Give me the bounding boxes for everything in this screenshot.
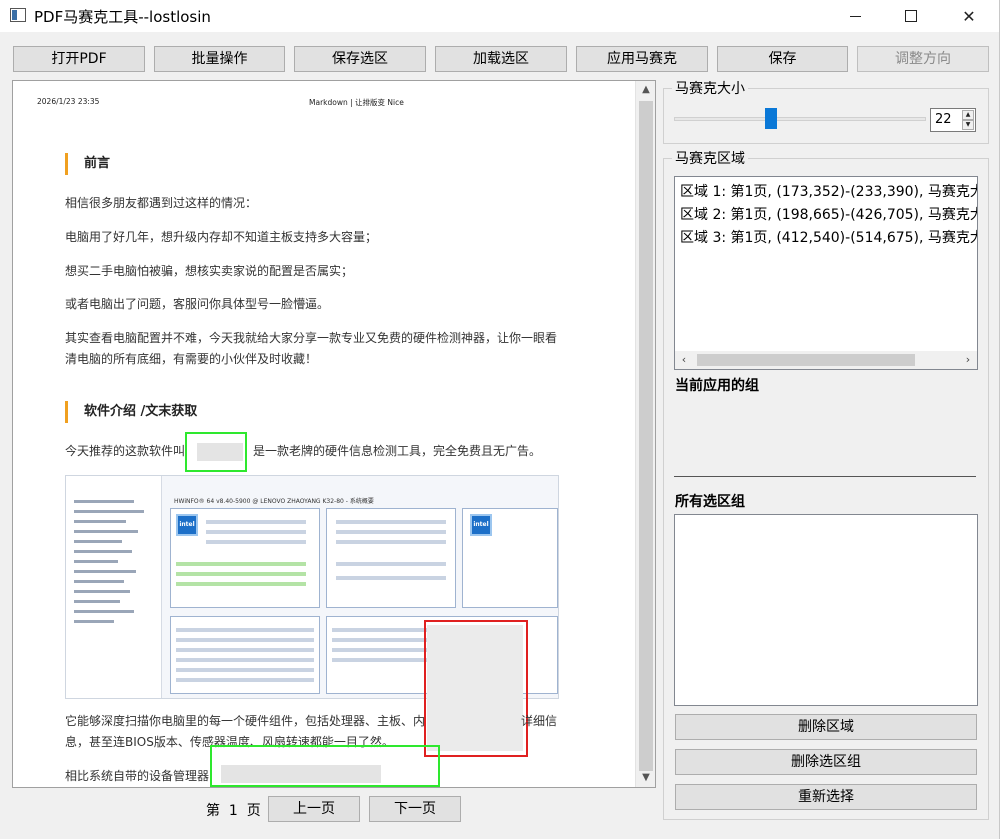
page-header-site: Markdown | 让排版变 Nice xyxy=(309,98,404,107)
mosaic-size-value: 22 xyxy=(935,112,952,127)
screenshot-title: HWiNFO® 64 v8.40-5900 @ LENOVO ZHAOYANG … xyxy=(174,498,374,505)
page-number: 1 xyxy=(228,803,238,819)
paragraph: 想买二手电脑怕被骗，想核实卖家说的配置是否属实； xyxy=(65,264,354,278)
scroll-right-icon[interactable]: › xyxy=(959,351,977,369)
all-groups-label: 所有选区组 xyxy=(675,494,745,510)
pdf-viewer[interactable]: 2026/1/23 23:35 Markdown | 让排版变 Nice 前言 … xyxy=(12,80,656,788)
screenshot-tree xyxy=(66,476,162,698)
list-item[interactable]: 区域 2: 第1页, (198,665)-(426,705), 马赛克大 xyxy=(680,204,977,224)
paragraph: 相比系统自带的设备管理器 xyxy=(65,769,210,783)
divider xyxy=(674,476,976,477)
paragraph: 其实查看电脑配置并不难，今天我就给大家分享一款专业又免费的硬件检测神器，让你一眼… xyxy=(65,331,558,345)
save-selection-button[interactable]: 保存选区 xyxy=(294,46,426,72)
open-pdf-button[interactable]: 打开PDF xyxy=(13,46,145,72)
intel-logo-icon: intel xyxy=(176,514,198,536)
save-button[interactable]: 保存 xyxy=(717,46,848,72)
paragraph: 今天推荐的这款软件叫 xyxy=(65,444,186,458)
current-group-label: 当前应用的组 xyxy=(675,378,759,394)
mosaic-size-slider[interactable] xyxy=(674,117,926,121)
title-bar: PDF马赛克工具--lostlosin ✕ xyxy=(0,0,999,32)
mosaic-size-title: 马赛克大小 xyxy=(672,78,748,98)
heading-preface: 前言 xyxy=(65,153,110,175)
spin-up-icon[interactable]: ▲ xyxy=(962,110,974,120)
app-icon xyxy=(10,8,26,22)
minimize-icon[interactable] xyxy=(832,0,878,32)
viewer-vertical-scrollbar[interactable]: ▲ ▼ xyxy=(635,81,655,787)
heading-software-intro: 软件介绍 /文末获取 xyxy=(65,401,197,423)
scroll-thumb[interactable] xyxy=(639,101,653,771)
page-indicator: 第 1 页 xyxy=(206,803,261,819)
mosaic-size-spinbox[interactable]: 22 ▲ ▼ xyxy=(930,108,976,132)
spin-down-icon[interactable]: ▼ xyxy=(962,120,974,130)
adjust-direction-button: 调整方向 xyxy=(857,46,989,72)
app-window: PDF马赛克工具--lostlosin ✕ 打开PDF 批量操作 保存选区 加载… xyxy=(0,0,1000,839)
mosaic-region-2[interactable] xyxy=(210,745,440,787)
close-icon[interactable]: ✕ xyxy=(946,0,992,32)
mosaic-size-slider-thumb[interactable] xyxy=(765,108,778,129)
apply-mosaic-button[interactable]: 应用马赛克 xyxy=(576,46,708,72)
next-page-button[interactable]: 下一页 xyxy=(369,796,461,822)
paragraph: 是一款老牌的硬件信息检测工具，完全免费且无广告。 xyxy=(253,444,542,458)
list-item[interactable]: 区域 1: 第1页, (173,352)-(233,390), 马赛克大 xyxy=(680,181,977,201)
region-list-horizontal-scrollbar[interactable]: ‹ › xyxy=(675,351,977,369)
delete-group-button[interactable]: 删除选区组 xyxy=(675,749,977,775)
load-selection-button[interactable]: 加载选区 xyxy=(435,46,567,72)
maximize-icon[interactable] xyxy=(888,0,934,32)
delete-region-button[interactable]: 删除区域 xyxy=(675,714,977,740)
background-window xyxy=(1000,0,1006,839)
mosaic-region-3[interactable] xyxy=(424,620,528,757)
reselect-button[interactable]: 重新选择 xyxy=(675,784,977,810)
mosaic-region-1[interactable] xyxy=(185,432,247,472)
mosaic-regions-title: 马赛克区域 xyxy=(672,148,748,168)
list-item[interactable]: 区域 3: 第1页, (412,540)-(514,675), 马赛克大 xyxy=(680,227,977,247)
window-title: PDF马赛克工具--lostlosin xyxy=(34,8,211,26)
paragraph: 清电脑的所有底细，有需要的小伙伴及时收藏！ xyxy=(65,352,318,366)
paragraph: 电脑用了好几年，想升级内存却不知道主板支持多大容量； xyxy=(65,230,378,244)
paragraph: 详细信 xyxy=(521,714,558,728)
mosaic-region-list[interactable]: 区域 1: 第1页, (173,352)-(233,390), 马赛克大 区域 … xyxy=(674,176,978,370)
scroll-up-icon[interactable]: ▲ xyxy=(636,81,655,99)
paragraph: 或者电脑出了问题，客服问你具体型号一脸懵逼。 xyxy=(65,297,330,311)
scroll-thumb[interactable] xyxy=(697,354,915,366)
scroll-down-icon[interactable]: ▼ xyxy=(636,769,655,787)
prev-page-button[interactable]: 上一页 xyxy=(268,796,360,822)
paragraph: 它能够深度扫描你电脑里的每一个硬件组件，包括处理器、主板、内 xyxy=(65,714,426,728)
batch-operation-button[interactable]: 批量操作 xyxy=(154,46,285,72)
page-header-date: 2026/1/23 23:35 xyxy=(37,97,100,106)
pdf-page[interactable]: 2026/1/23 23:35 Markdown | 让排版变 Nice 前言 … xyxy=(13,81,635,787)
intel-logo-icon: intel xyxy=(470,514,492,536)
selection-group-list[interactable] xyxy=(674,514,978,706)
paragraph: 相信很多朋友都遇到过这样的情况： xyxy=(65,196,258,210)
scroll-left-icon[interactable]: ‹ xyxy=(675,351,693,369)
